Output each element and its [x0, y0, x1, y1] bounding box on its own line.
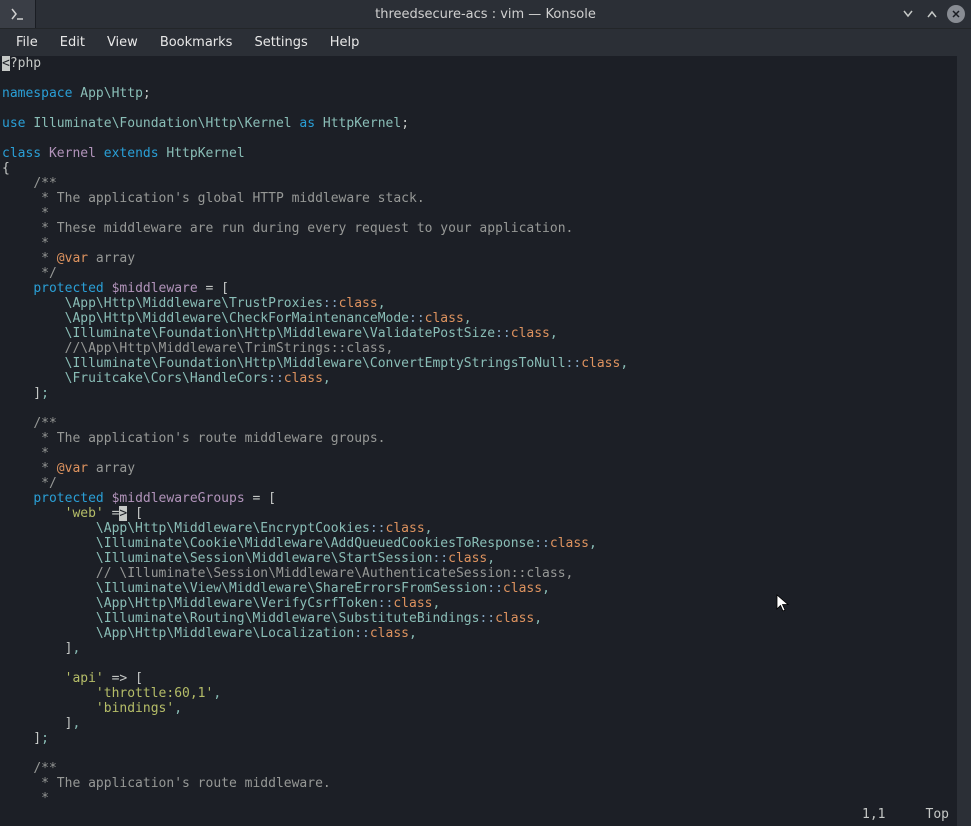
menu-help[interactable]: Help — [320, 31, 370, 54]
menu-edit[interactable]: Edit — [50, 31, 95, 54]
menu-settings[interactable]: Settings — [244, 31, 317, 54]
code-line: * The application's global HTTP middlewa… — [2, 191, 955, 206]
code-line: * — [2, 236, 955, 251]
code-line: \App\Http\Middleware\Localization::class… — [2, 626, 955, 641]
code-line: namespace App\Http; — [2, 86, 955, 101]
terminal-scrollbar[interactable] — [957, 56, 971, 826]
code-line: */ — [2, 476, 955, 491]
code-line: // \Illuminate\Session\Middleware\Authen… — [2, 566, 955, 581]
code-line: class Kernel extends HttpKernel — [2, 146, 955, 161]
code-line — [2, 656, 955, 671]
vim-status-line: 1,1 Top — [862, 807, 949, 822]
vim-scroll-position: Top — [926, 807, 949, 822]
code-line: /** — [2, 416, 955, 431]
code-line: \Illuminate\Session\Middleware\StartSess… — [2, 551, 955, 566]
code-line: 'throttle:60,1', — [2, 686, 955, 701]
terminal-viewport[interactable]: <?php namespace App\Http; use Illuminate… — [0, 56, 957, 826]
code-line: 'api' => [ — [2, 671, 955, 686]
window-titlebar: threedsecure-acs : vim — Konsole — [0, 0, 971, 28]
code-line: ], — [2, 641, 955, 656]
code-line — [2, 131, 955, 146]
code-line: */ — [2, 266, 955, 281]
code-line — [2, 401, 955, 416]
code-line: ]; — [2, 386, 955, 401]
code-line — [2, 746, 955, 761]
code-line: \App\Http\Middleware\TrustProxies::class… — [2, 296, 955, 311]
code-line: { — [2, 161, 955, 176]
code-line — [2, 71, 955, 86]
menu-bookmarks[interactable]: Bookmarks — [150, 31, 243, 54]
code-line: * — [2, 206, 955, 221]
code-line: \Illuminate\Cookie\Middleware\AddQueuedC… — [2, 536, 955, 551]
app-icon — [0, 0, 36, 28]
code-line: protected $middlewareGroups = [ — [2, 491, 955, 506]
menu-bar: File Edit View Bookmarks Settings Help — [0, 28, 971, 56]
code-line: <?php — [2, 56, 955, 71]
code-line: * @var array — [2, 251, 955, 266]
code-line: 'bindings', — [2, 701, 955, 716]
code-line: * These middleware are run during every … — [2, 221, 955, 236]
code-line: protected $middleware = [ — [2, 281, 955, 296]
code-line: \Illuminate\Foundation\Http\Middleware\C… — [2, 356, 955, 371]
code-line: * — [2, 446, 955, 461]
code-line: /** — [2, 761, 955, 776]
code-line: ]; — [2, 731, 955, 746]
code-line: \App\Http\Middleware\CheckForMaintenance… — [2, 311, 955, 326]
minimize-button[interactable] — [899, 5, 917, 23]
code-line: use Illuminate\Foundation\Http\Kernel as… — [2, 116, 955, 131]
code-line: /** — [2, 176, 955, 191]
window-title: threedsecure-acs : vim — Konsole — [0, 7, 971, 22]
code-line: * @var array — [2, 461, 955, 476]
code-line: \Illuminate\View\Middleware\ShareErrorsF… — [2, 581, 955, 596]
code-line: * The application's route middleware. — [2, 776, 955, 791]
code-line: \Illuminate\Foundation\Http\Middleware\V… — [2, 326, 955, 341]
code-line: * The application's route middleware gro… — [2, 431, 955, 446]
code-line: * — [2, 791, 955, 806]
code-line: \Fruitcake\Cors\HandleCors::class, — [2, 371, 955, 386]
code-line: 'web' => [ — [2, 506, 955, 521]
code-line: \Illuminate\Routing\Middleware\Substitut… — [2, 611, 955, 626]
vim-cursor-position: 1,1 — [862, 807, 885, 822]
code-line: \App\Http\Middleware\EncryptCookies::cla… — [2, 521, 955, 536]
code-line: //\App\Http\Middleware\TrimStrings::clas… — [2, 341, 955, 356]
code-line: \App\Http\Middleware\VerifyCsrfToken::cl… — [2, 596, 955, 611]
code-line — [2, 101, 955, 116]
menu-file[interactable]: File — [6, 31, 48, 54]
maximize-button[interactable] — [923, 5, 941, 23]
menu-view[interactable]: View — [97, 31, 148, 54]
close-button[interactable] — [947, 5, 965, 23]
code-line: ], — [2, 716, 955, 731]
